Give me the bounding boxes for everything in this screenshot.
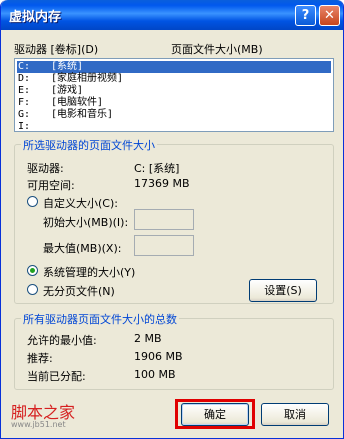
drive-letter: I: <box>18 121 31 132</box>
drive-list-item[interactable]: D: [家庭相册视频] <box>17 73 331 85</box>
minimum-allowed-value: 2 MB <box>134 332 162 345</box>
recommended-value: 1906 MB <box>134 350 183 363</box>
totals-group-title: 所有驱动器页面文件大小的总数 <box>21 311 179 327</box>
virtual-memory-dialog: 虚拟内存 ? ✕ 驱动器 [卷标](D) 页面文件大小(MB) C: [系统] … <box>0 0 344 439</box>
drive-value: C: [系统] <box>134 162 180 175</box>
system-managed-label[interactable]: 系统管理的大小(Y) <box>43 264 135 280</box>
initial-size-field[interactable] <box>134 209 194 230</box>
drive-list-item[interactable]: I: <box>17 121 331 132</box>
title-bar[interactable]: 虚拟内存 ? ✕ <box>1 0 343 30</box>
no-paging-file-label[interactable]: 无分页文件(N) <box>43 283 115 299</box>
drive-letter: D: <box>18 73 31 84</box>
custom-size-radio[interactable] <box>27 196 38 207</box>
highlight-box <box>175 399 255 429</box>
close-button[interactable]: ✕ <box>319 5 340 26</box>
cancel-button[interactable]: 取消 <box>261 403 329 426</box>
drive-volume-label: [游戏] <box>51 85 84 96</box>
drive-volume-label: [家庭相册视频] <box>51 73 124 84</box>
drive-list-item[interactable]: E: [游戏] <box>17 85 331 97</box>
initial-size-label: 初始大小(MB)(I): <box>43 216 129 229</box>
system-managed-radio[interactable] <box>27 265 38 276</box>
window-title: 虚拟内存 <box>9 10 62 25</box>
drive-column-header: 驱动器 [卷标](D) <box>14 43 99 56</box>
max-size-field[interactable] <box>134 235 194 256</box>
radio-selected-dot <box>30 268 35 273</box>
minimum-allowed-label: 允许的最小值: <box>27 334 97 347</box>
recommended-label: 推荐: <box>27 352 53 365</box>
size-column-header: 页面文件大小(MB) <box>171 43 263 56</box>
drive-letter: C: <box>18 61 31 72</box>
set-button[interactable]: 设置(S) <box>249 279 317 302</box>
max-size-label: 最大值(MB)(X): <box>43 242 122 255</box>
custom-size-label[interactable]: 自定义大小(C): <box>43 195 118 211</box>
currently-allocated-label: 当前已分配: <box>27 370 86 383</box>
currently-allocated-value: 100 MB <box>134 368 176 381</box>
drive-letter: F: <box>18 97 31 108</box>
drive-letter: G: <box>18 109 31 120</box>
drive-volume-label: [电影和音乐] <box>51 109 114 120</box>
drive-list-item[interactable]: G: [电影和音乐] <box>17 109 331 121</box>
available-space-value: 17369 MB <box>134 177 190 190</box>
no-paging-file-radio[interactable] <box>27 284 38 295</box>
drive-list[interactable]: C: [系统] D: [家庭相册视频] E: [游戏] F: [电脑软件] G:… <box>14 58 334 132</box>
watermark-site: www.jb51.net <box>11 420 66 429</box>
drive-volume-label: [系统] <box>51 61 84 72</box>
available-space-label: 可用空间: <box>27 179 75 192</box>
selected-drive-group-title: 所选驱动器的页面文件大小 <box>21 137 157 153</box>
drive-list-item[interactable]: C: [系统] <box>17 61 331 73</box>
drive-label: 驱动器: <box>27 162 64 175</box>
drive-letter: E: <box>18 85 31 96</box>
drive-volume-label: [电脑软件] <box>51 97 104 108</box>
help-button[interactable]: ? <box>295 5 316 26</box>
drive-list-item[interactable]: F: [电脑软件] <box>17 97 331 109</box>
